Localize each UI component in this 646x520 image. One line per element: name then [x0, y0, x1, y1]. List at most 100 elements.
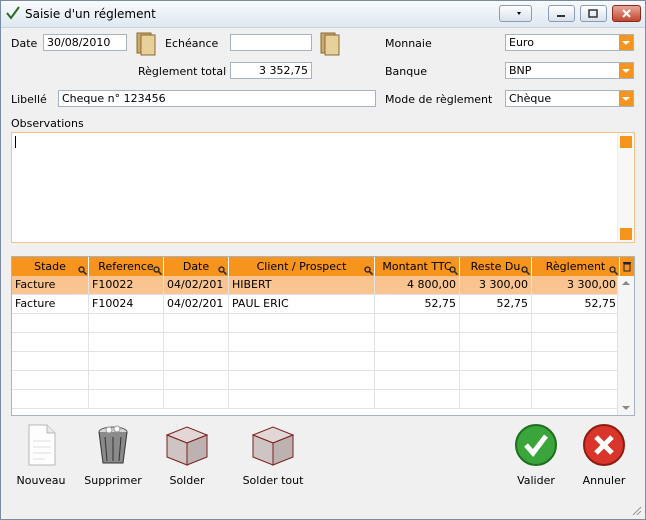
- banque-select[interactable]: BNP: [505, 62, 634, 79]
- echeance-field[interactable]: [230, 34, 312, 51]
- scroll-down-icon[interactable]: [618, 403, 634, 413]
- search-icon[interactable]: [364, 266, 373, 275]
- column-header-label: Règlement: [545, 260, 606, 273]
- mode-reglement-value: Chèque: [509, 92, 552, 105]
- scroll-up-icon[interactable]: [618, 278, 634, 288]
- nouveau-button[interactable]: Nouveau: [11, 423, 71, 487]
- search-icon[interactable]: [153, 266, 162, 275]
- solder-tout-label: Solder tout: [242, 474, 304, 487]
- observations-scrollbar[interactable]: [617, 133, 634, 242]
- chevron-down-icon[interactable]: [619, 63, 633, 78]
- dropdown-icon: [517, 12, 521, 15]
- reglement-total-field[interactable]: 3 352,75: [230, 62, 312, 79]
- minimize-button[interactable]: [548, 5, 575, 22]
- column-header-label: Date: [182, 260, 210, 273]
- observations-label: Observations: [11, 117, 84, 130]
- observations-textarea[interactable]: [11, 132, 635, 243]
- cell-montant: 52,75: [375, 295, 460, 313]
- column-header-reste[interactable]: Reste Du: [460, 257, 532, 276]
- text-cursor: [15, 136, 16, 148]
- search-icon[interactable]: [218, 266, 227, 275]
- empty-row: [12, 352, 620, 371]
- search-icon[interactable]: [78, 266, 87, 275]
- column-header-label: Reste Du: [470, 260, 521, 273]
- box-icon: [165, 426, 209, 466]
- cell-reste: 52,75: [460, 295, 532, 313]
- cell-reglement[interactable]: 52,75: [532, 295, 620, 313]
- new-document-icon: [28, 424, 56, 466]
- empty-row: [12, 371, 620, 390]
- empty-row: [12, 333, 620, 352]
- trash-bin-icon: [98, 425, 128, 464]
- column-header-reglement[interactable]: Règlement: [532, 257, 620, 276]
- cell-date: 04/02/201: [164, 295, 229, 313]
- empty-row: [12, 314, 620, 333]
- cell-stade: Facture: [12, 276, 89, 294]
- column-header-label: Client / Prospect: [256, 260, 347, 273]
- nouveau-label: Nouveau: [16, 474, 66, 487]
- cell-reference: F10022: [89, 276, 164, 294]
- libelle-field[interactable]: Cheque n° 123456: [58, 90, 376, 107]
- window-menu-button[interactable]: [499, 5, 532, 22]
- valider-button[interactable]: Valider: [509, 423, 563, 487]
- monnaie-value: Euro: [509, 36, 534, 49]
- annuler-label: Annuler: [582, 474, 626, 487]
- table-row[interactable]: Facture F10024 04/02/201 PAUL ERIC 52,75…: [12, 295, 620, 314]
- monnaie-select[interactable]: Euro: [505, 34, 634, 51]
- close-button[interactable]: [612, 5, 641, 22]
- column-header-client[interactable]: Client / Prospect: [229, 257, 375, 276]
- resize-grip-icon[interactable]: [631, 505, 643, 517]
- column-header-reference[interactable]: Reference: [89, 257, 164, 276]
- search-icon[interactable]: [449, 266, 458, 275]
- mode-reglement-label: Mode de règlement: [385, 93, 493, 106]
- reglement-table: Stade Reference Date Client / Prospect M…: [11, 256, 635, 416]
- banque-label: Banque: [385, 65, 427, 78]
- supprimer-button[interactable]: Supprimer: [81, 423, 145, 487]
- echeance-label: Echéance: [165, 37, 219, 50]
- libelle-label: Libellé: [11, 93, 47, 106]
- cell-client: PAUL ERIC: [229, 295, 375, 313]
- title-bar: Saisie d'un réglement: [1, 1, 645, 28]
- table-row[interactable]: Facture F10022 04/02/201 HIBERT 4 800,00…: [12, 276, 620, 295]
- solder-label: Solder: [169, 474, 205, 487]
- cell-reglement[interactable]: 3 300,00: [532, 276, 620, 294]
- calendar-folder-icon[interactable]: [135, 30, 157, 56]
- valider-label: Valider: [517, 474, 555, 487]
- cancel-icon: [583, 424, 625, 466]
- trash-icon[interactable]: [622, 260, 632, 272]
- column-header-stade[interactable]: Stade: [12, 257, 89, 276]
- search-icon[interactable]: [521, 266, 530, 275]
- column-header-delete[interactable]: [620, 257, 634, 276]
- echeance-folder-icon[interactable]: [319, 30, 341, 56]
- column-header-montant[interactable]: Montant TTC: [375, 257, 460, 276]
- banque-value: BNP: [509, 64, 532, 77]
- cell-stade: Facture: [12, 295, 89, 313]
- search-icon[interactable]: [609, 266, 618, 275]
- annuler-button[interactable]: Annuler: [577, 423, 631, 487]
- solder-button[interactable]: Solder: [159, 423, 215, 487]
- chevron-down-icon[interactable]: [619, 35, 633, 50]
- close-icon: [622, 9, 631, 18]
- mode-reglement-select[interactable]: Chèque: [505, 90, 634, 107]
- column-header-label: Stade: [34, 260, 66, 273]
- table-scrollbar[interactable]: [617, 276, 634, 415]
- scroll-up-icon[interactable]: [620, 136, 632, 148]
- app-icon: [6, 6, 20, 20]
- maximize-button[interactable]: [580, 5, 607, 22]
- minimize-icon: [557, 15, 565, 17]
- window-title: Saisie d'un réglement: [25, 7, 156, 21]
- reglement-total-label: Règlement total: [138, 65, 227, 78]
- column-header-date[interactable]: Date: [164, 257, 229, 276]
- dialog-window: Saisie d'un réglement Date 30/08/2010 Ec…: [0, 0, 646, 520]
- maximize-icon: [588, 9, 598, 18]
- date-field[interactable]: 30/08/2010: [43, 34, 127, 51]
- chevron-down-icon[interactable]: [619, 91, 633, 106]
- solder-tout-button[interactable]: Solder tout: [237, 423, 309, 487]
- cell-reste: 3 300,00: [460, 276, 532, 294]
- date-label: Date: [11, 37, 38, 50]
- scroll-down-icon[interactable]: [620, 228, 632, 240]
- box-icon: [251, 426, 295, 466]
- empty-row: [12, 390, 620, 409]
- supprimer-label: Supprimer: [84, 474, 142, 487]
- monnaie-label: Monnaie: [385, 37, 432, 50]
